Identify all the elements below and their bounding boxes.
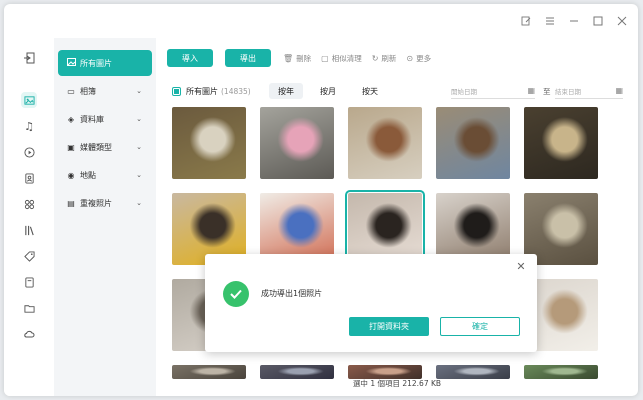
photo-thumbnail[interactable] [348, 107, 422, 179]
close-icon[interactable]: ✕ [515, 260, 527, 273]
photo-count: (14835) [221, 86, 251, 96]
start-date-placeholder: 開始日期 [451, 87, 477, 96]
photo-thumbnail[interactable] [172, 365, 246, 379]
refresh-icon: ↻ [371, 53, 379, 63]
minimize-icon[interactable] [568, 15, 580, 27]
refresh-label: 刷新 [381, 53, 397, 63]
delete-button[interactable]: 🗑︎ 刪除 [283, 53, 311, 64]
window-controls [520, 15, 628, 27]
nav-item-location[interactable]: ◉ 地點 ⌄ [58, 162, 152, 188]
export-button[interactable]: 導出 [225, 49, 271, 67]
success-check-icon [223, 281, 249, 307]
similar-label: 相似清理 [331, 53, 362, 63]
nav-item-all-images[interactable]: 所有圖片 [58, 50, 152, 76]
media-type-icon: ▣ [67, 142, 75, 152]
filter-bar: 所有圖片 (14835) [172, 82, 618, 100]
filter-title: 所有圖片 [186, 86, 218, 96]
album-icon: ▭ [67, 86, 75, 96]
date-separator: 至 [543, 87, 551, 96]
nav-item-label: 地點 [80, 170, 96, 180]
similar-icon: ▢ [321, 53, 329, 63]
photo-thumbnail[interactable] [172, 107, 246, 179]
close-icon[interactable] [616, 15, 628, 27]
file-icon[interactable] [21, 274, 37, 290]
photo-thumbnail[interactable] [436, 107, 510, 179]
folder-icon[interactable] [21, 300, 37, 316]
chevron-down-icon[interactable]: ⌄ [136, 115, 142, 123]
photo-icon[interactable] [21, 92, 37, 108]
by-year-tab[interactable]: 按年 [269, 83, 303, 99]
tag-icon[interactable] [21, 248, 37, 264]
nav-item-label: 所有圖片 [80, 58, 112, 68]
contacts-icon[interactable] [21, 170, 37, 186]
import-button[interactable]: 導入 [167, 49, 213, 67]
nav-item-media-type[interactable]: ▣ 媒體類型 ⌄ [58, 134, 152, 160]
photo-thumbnail[interactable] [524, 107, 598, 179]
trash-icon: 🗑︎ [283, 53, 294, 63]
nav-item-duplicates[interactable]: ▤ 重複照片 ⌄ [58, 190, 152, 216]
location-icon: ◉ [67, 170, 75, 180]
by-day-tab[interactable]: 按天 [353, 83, 387, 99]
open-folder-button[interactable]: 打開資料夾 [349, 317, 429, 336]
chevron-down-icon[interactable]: ⌄ [136, 199, 142, 207]
nav-item-database[interactable]: ◈ 資料庫 ⌄ [58, 106, 152, 132]
photo-thumbnail[interactable] [260, 365, 334, 379]
duplicate-icon: ▤ [67, 198, 75, 208]
image-icon [66, 58, 76, 68]
photo-thumbnail[interactable] [436, 365, 510, 379]
select-all-checkbox[interactable] [172, 86, 181, 96]
nav-item-label: 相簿 [80, 86, 96, 96]
photo-thumbnail[interactable] [260, 107, 334, 179]
video-icon[interactable] [21, 144, 37, 160]
more-button[interactable]: ⊙ 更多 [406, 53, 431, 64]
end-date-field[interactable]: 結束日期 ▦ [555, 83, 623, 99]
delete-label: 刪除 [296, 53, 312, 63]
database-icon: ◈ [67, 114, 75, 124]
app-window: ♫ 所有圖片 ▭ 相簿 ⌄ ◈ 資料庫 ⌄ ▣ 媒體類型 ⌄ ◉ 地點 ⌄ ▤ … [4, 4, 638, 396]
books-icon[interactable] [21, 222, 37, 238]
more-icon: ⊙ [406, 53, 414, 63]
chevron-down-icon[interactable]: ⌄ [136, 87, 142, 95]
exit-icon[interactable] [21, 50, 37, 66]
nav-item-label: 媒體類型 [80, 142, 112, 152]
toolbar: 導入 導出 🗑︎ 刪除 ▢ 相似清理 ↻ 刷新 ⊙ 更多 [167, 48, 441, 68]
category-nav: 所有圖片 ▭ 相簿 ⌄ ◈ 資料庫 ⌄ ▣ 媒體類型 ⌄ ◉ 地點 ⌄ ▤ 重複… [54, 38, 156, 396]
similar-clean-button[interactable]: ▢ 相似清理 [321, 53, 362, 64]
nav-item-albums[interactable]: ▭ 相簿 ⌄ [58, 78, 152, 104]
calendar-icon[interactable]: ▦ [527, 86, 535, 95]
chevron-down-icon[interactable]: ⌄ [136, 143, 142, 151]
title-bar [4, 4, 638, 38]
photo-thumbnail[interactable] [348, 365, 422, 379]
end-date-placeholder: 結束日期 [555, 87, 581, 96]
ok-button[interactable]: 確定 [440, 317, 520, 336]
apps-icon[interactable] [21, 196, 37, 212]
chevron-down-icon[interactable]: ⌄ [136, 171, 142, 179]
calendar-icon[interactable]: ▦ [615, 86, 623, 95]
dialog-message: 成功導出1個照片 [261, 289, 323, 298]
start-date-field[interactable]: 開始日期 ▦ [451, 83, 535, 99]
status-bar: 選中 1 個項目 212.67 KB [352, 379, 442, 388]
refresh-button[interactable]: ↻ 刷新 [372, 53, 397, 64]
nav-item-label: 資料庫 [80, 114, 104, 124]
menu-icon[interactable] [544, 15, 556, 27]
more-label: 更多 [416, 53, 432, 63]
maximize-icon[interactable] [592, 15, 604, 27]
nav-item-label: 重複照片 [80, 198, 112, 208]
by-month-tab[interactable]: 按月 [311, 83, 345, 99]
cloud-icon[interactable] [21, 326, 37, 342]
edit-icon[interactable] [520, 15, 532, 27]
photo-thumbnail[interactable] [524, 365, 598, 379]
music-icon[interactable]: ♫ [21, 118, 37, 134]
icon-rail: ♫ [4, 38, 54, 396]
export-success-dialog: ✕ 成功導出1個照片 打開資料夾 確定 [205, 254, 537, 352]
